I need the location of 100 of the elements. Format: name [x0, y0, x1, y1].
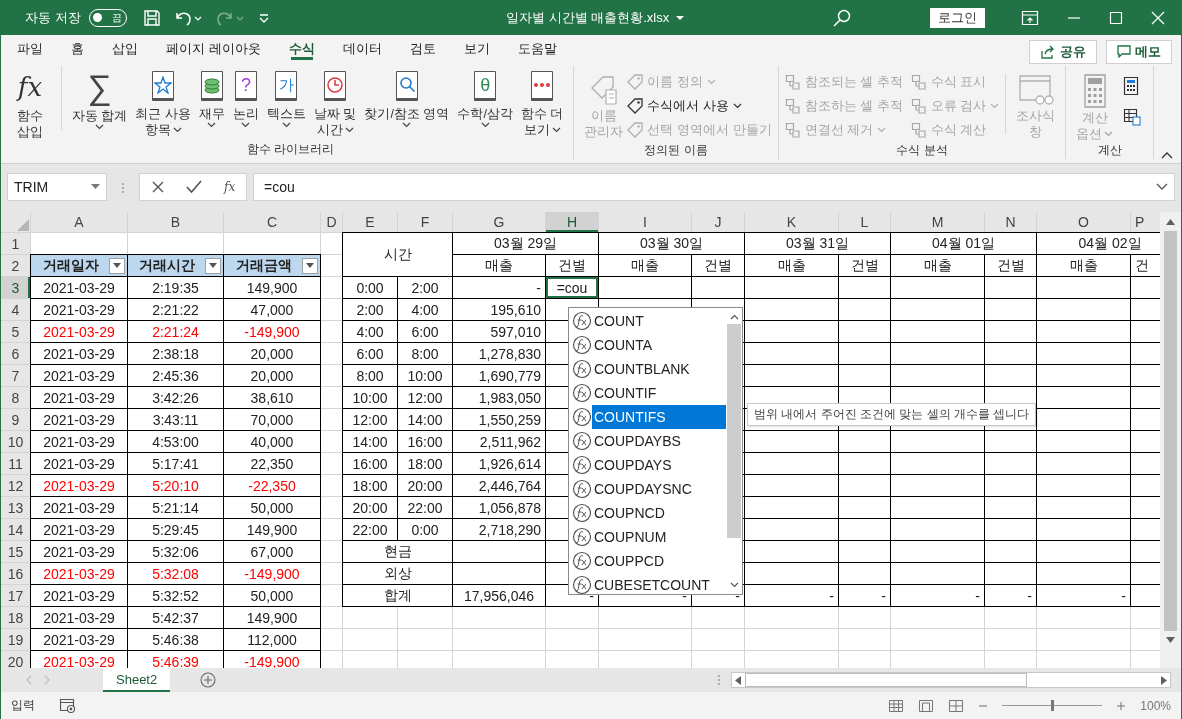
row-header[interactable]: 12: [1, 475, 30, 496]
cell-editor[interactable]: =cou: [546, 277, 598, 298]
ribbon-tab[interactable]: 홈: [61, 35, 94, 62]
column-header[interactable]: M: [891, 212, 984, 232]
ribbon-tab[interactable]: 보기: [453, 35, 500, 62]
row-header[interactable]: 18: [1, 607, 30, 628]
page-break-icon[interactable]: [948, 698, 965, 713]
ribbon-tab[interactable]: 파일: [7, 35, 53, 62]
collapse-ribbon-icon[interactable]: [1161, 151, 1173, 159]
row-header[interactable]: 14: [1, 519, 30, 540]
column-header[interactable]: P: [1131, 212, 1160, 232]
sheet-calculator-icon[interactable]: [1123, 108, 1142, 126]
column-header[interactable]: D: [321, 212, 342, 232]
ribbon-tab[interactable]: 검토: [399, 35, 446, 62]
function-option[interactable]: COUPPCD: [592, 549, 726, 573]
maximize-icon[interactable]: [1109, 10, 1123, 25]
filter-button[interactable]: [302, 257, 318, 274]
row-header[interactable]: 10: [1, 431, 30, 452]
calculator-icon[interactable]: [1123, 76, 1140, 96]
row-header[interactable]: 8: [1, 387, 30, 408]
ribbon-button[interactable]: fx 함수 삽입: [13, 66, 47, 140]
ribbon-button[interactable]: 재무: [194, 66, 229, 128]
login-button[interactable]: 로그인: [930, 7, 985, 28]
column-header[interactable]: K: [745, 212, 838, 232]
page-layout-icon[interactable]: [918, 698, 935, 713]
column-header[interactable]: L: [839, 212, 890, 232]
column-header[interactable]: A: [31, 212, 127, 232]
ribbon-tab[interactable]: 도움말: [507, 35, 567, 62]
ribbon-display-icon[interactable]: [1021, 9, 1039, 26]
save-icon[interactable]: [142, 8, 161, 27]
ribbon-tab[interactable]: 데이터: [332, 35, 392, 62]
row-header[interactable]: 20: [1, 651, 30, 668]
ribbon-tab[interactable]: 수식: [278, 35, 325, 62]
add-sheet-icon[interactable]: [200, 672, 217, 688]
ribbon-button[interactable]: 가 텍스트: [262, 66, 310, 128]
row-header[interactable]: 6: [1, 343, 30, 364]
function-option[interactable]: COUNTA: [592, 333, 726, 357]
row-header[interactable]: 5: [1, 321, 30, 342]
vertical-scrollbar[interactable]: [1160, 212, 1181, 668]
horizontal-scrollbar[interactable]: [731, 672, 1171, 688]
scroll-right-icon[interactable]: [1161, 675, 1167, 685]
column-header[interactable]: E: [343, 212, 397, 232]
ribbon-button[interactable]: 함수 더 보기: [516, 66, 568, 138]
formula-input[interactable]: =cou: [253, 173, 1175, 201]
column-header[interactable]: G: [453, 212, 545, 232]
row-header[interactable]: 15: [1, 541, 30, 562]
column-header[interactable]: F: [398, 212, 452, 232]
cancel-icon[interactable]: [150, 180, 165, 194]
scroll-down-icon[interactable]: [1166, 637, 1175, 643]
column-header[interactable]: C: [224, 212, 320, 232]
name-box[interactable]: TRIM: [7, 173, 107, 201]
ribbon-button[interactable]: ? 논리: [228, 66, 263, 128]
filter-button[interactable]: [205, 257, 221, 274]
scroll-left-icon[interactable]: [735, 675, 741, 685]
zoom-level[interactable]: 100%: [1140, 698, 1171, 713]
function-option[interactable]: COUPDAYSNC: [592, 477, 726, 501]
ribbon-tab[interactable]: 페이지 레이아웃: [156, 35, 271, 62]
column-header[interactable]: B: [128, 212, 223, 232]
scroll-down-icon[interactable]: [729, 582, 739, 588]
caret-icon[interactable]: [675, 14, 686, 22]
function-option[interactable]: COUPNUM: [592, 525, 726, 549]
checkmark-icon[interactable]: [186, 180, 203, 194]
normal-view-icon[interactable]: [888, 698, 905, 713]
function-option[interactable]: COUNT: [592, 309, 726, 333]
ribbon-button[interactable]: ∑ 자동 합계: [61, 66, 132, 130]
ribbon-tab[interactable]: 삽입: [102, 35, 148, 62]
comments-button[interactable]: 메모: [1106, 39, 1172, 64]
ribbon-button[interactable]: 날짜 및 시간: [309, 66, 361, 138]
search-icon[interactable]: [832, 7, 852, 28]
filter-button[interactable]: [109, 257, 125, 274]
ribbon-button[interactable]: 수식에서 사용: [627, 94, 772, 118]
row-header[interactable]: 19: [1, 629, 30, 650]
row-header[interactable]: 9: [1, 409, 30, 430]
scroll-up-icon[interactable]: [1166, 219, 1175, 225]
function-option[interactable]: COUPDAYS: [592, 453, 726, 477]
ribbon-button[interactable]: 최근 사용 항목: [131, 66, 195, 138]
close-icon[interactable]: [1151, 10, 1165, 25]
column-header[interactable]: O: [1037, 212, 1130, 232]
column-header[interactable]: J: [692, 212, 744, 232]
function-option[interactable]: COUNTIFS: [592, 405, 726, 429]
macro-record-icon[interactable]: [59, 697, 77, 714]
column-header[interactable]: N: [985, 212, 1036, 232]
row-header[interactable]: 13: [1, 497, 30, 518]
share-button[interactable]: 공유: [1029, 39, 1097, 64]
function-option[interactable]: COUPNCD: [592, 501, 726, 525]
row-header[interactable]: 1: [1, 233, 30, 254]
row-header[interactable]: 16: [1, 563, 30, 584]
function-option[interactable]: COUNTBLANK: [592, 357, 726, 381]
row-header[interactable]: 2: [1, 255, 30, 276]
zoom-in-icon[interactable]: [1116, 700, 1127, 711]
row-header[interactable]: 4: [1, 299, 30, 320]
ribbon-button[interactable]: θ 수학/삼각: [453, 66, 517, 128]
column-header[interactable]: I: [599, 212, 691, 232]
row-header[interactable]: 7: [1, 365, 30, 386]
row-header[interactable]: 11: [1, 453, 30, 474]
scroll-up-icon[interactable]: [729, 314, 739, 320]
ribbon-button[interactable]: 찾기/참조 영역: [360, 66, 454, 128]
row-header[interactable]: 17: [1, 585, 30, 606]
function-option[interactable]: COUPDAYBS: [592, 429, 726, 453]
sheet-tab[interactable]: Sheet2: [103, 668, 171, 692]
